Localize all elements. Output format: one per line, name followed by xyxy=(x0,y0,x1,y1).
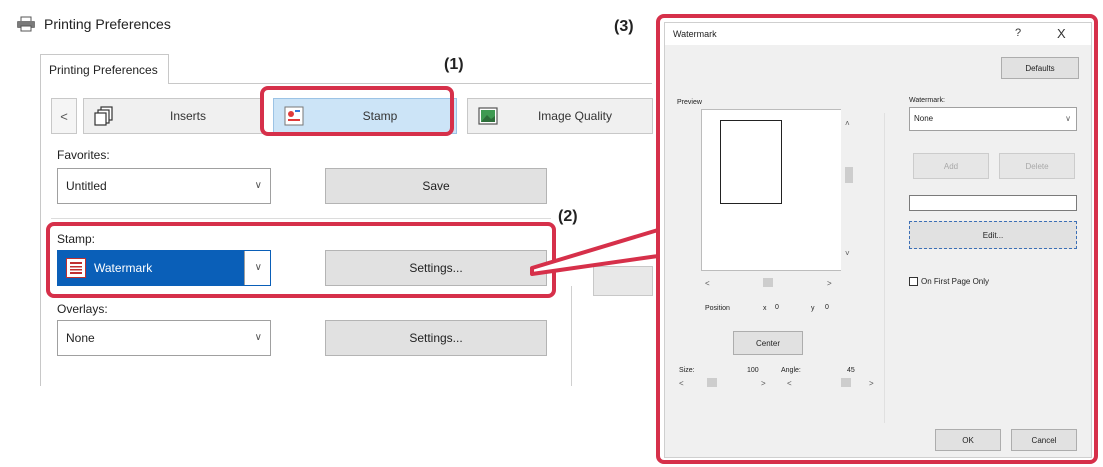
angle-value: 45 xyxy=(847,367,855,374)
horizontal-scroll-thumb[interactable] xyxy=(763,278,773,287)
first-page-only-label: On First Page Only xyxy=(921,277,990,286)
angle-slider-right-icon[interactable]: ˃ xyxy=(869,379,874,388)
help-icon[interactable]: ? xyxy=(1015,27,1021,39)
center-button[interactable]: Center xyxy=(733,331,803,355)
watermark-dialog: Watermark ? X Defaults Preview ˄ ˅ ˂ ˃ P… xyxy=(664,22,1092,458)
watermark-dialog-title: Watermark xyxy=(673,29,717,39)
scroll-down-icon[interactable]: ˅ xyxy=(845,249,850,258)
angle-slider-thumb[interactable] xyxy=(841,378,851,387)
position-x-value: 0 xyxy=(775,304,779,311)
delete-button[interactable]: Delete xyxy=(999,153,1075,179)
watermark-label: Watermark: xyxy=(909,97,945,104)
position-y-label: y xyxy=(811,305,815,312)
preview-label: Preview xyxy=(677,99,702,106)
scroll-right-icon[interactable]: ˃ xyxy=(827,279,832,288)
checkbox-box[interactable] xyxy=(909,277,918,286)
preview-area xyxy=(701,109,847,271)
size-value: 100 xyxy=(747,367,759,374)
add-button[interactable]: Add xyxy=(913,153,989,179)
position-x-label: x xyxy=(763,305,767,312)
watermark-dialog-body: Defaults Preview ˄ ˅ ˂ ˃ Position x 0 y … xyxy=(665,45,1091,457)
preview-page xyxy=(720,120,782,204)
watermark-text-input[interactable] xyxy=(909,195,1077,211)
close-icon[interactable]: X xyxy=(1057,26,1066,41)
scroll-up-icon[interactable]: ˄ xyxy=(845,119,850,128)
size-slider-thumb[interactable] xyxy=(707,378,717,387)
size-slider-right-icon[interactable]: ˃ xyxy=(761,379,766,388)
angle-label: Angle: xyxy=(781,367,801,374)
size-slider-left-icon[interactable]: ˂ xyxy=(679,379,684,388)
defaults-button[interactable]: Defaults xyxy=(1001,57,1079,79)
first-page-only-checkbox[interactable]: On First Page Only xyxy=(909,277,989,286)
ok-button[interactable]: OK xyxy=(935,429,1001,451)
watermark-value: None xyxy=(914,114,934,123)
chevron-down-icon: ∨ xyxy=(1065,114,1071,123)
edit-button[interactable]: Edit... xyxy=(909,221,1077,249)
preview-vertical-scrollbar[interactable]: ˄ ˅ xyxy=(841,109,859,271)
cancel-button[interactable]: Cancel xyxy=(1011,429,1077,451)
angle-slider-left-icon[interactable]: ˂ xyxy=(787,379,792,388)
scrollbar-thumb[interactable] xyxy=(845,167,853,183)
watermark-dropdown[interactable]: None ∨ xyxy=(909,107,1077,131)
scroll-left-icon[interactable]: ˂ xyxy=(705,279,710,288)
size-label: Size: xyxy=(679,367,695,374)
position-label: Position xyxy=(705,305,730,312)
position-y-value: 0 xyxy=(825,304,829,311)
